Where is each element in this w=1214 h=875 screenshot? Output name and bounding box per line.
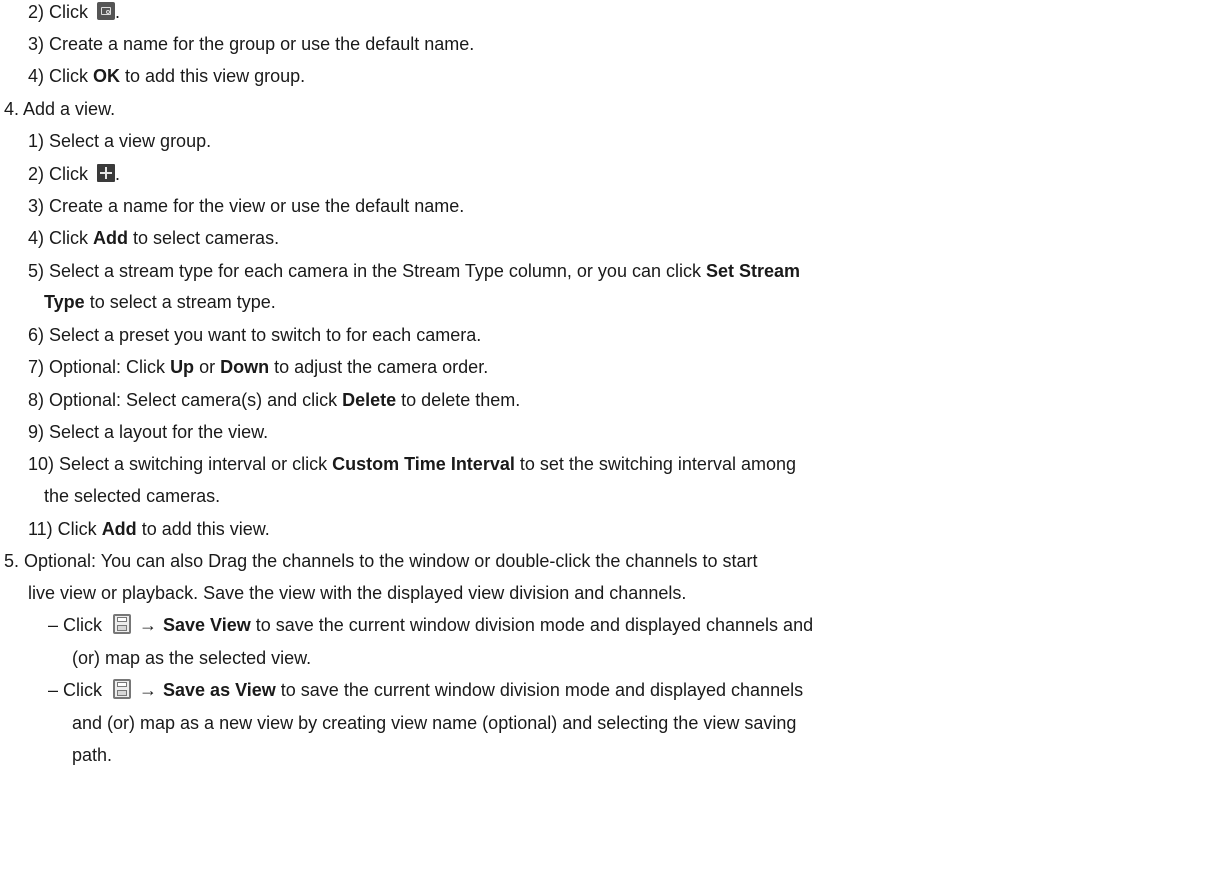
step-4-7: 7) Optional: Click Up or Down to adjust … — [28, 355, 488, 379]
step-text: 3) Create a name for the view or use the… — [28, 196, 465, 216]
step-text: 10) Select a switching interval or click — [28, 454, 333, 474]
document-page: 2) Click . 3) Create a name for the grou… — [0, 0, 1214, 875]
bullet-save-as-view: – Click → Save as View to save the curren… — [48, 678, 803, 702]
save-view-label: Save View — [163, 615, 251, 635]
bullet-save-as-view-cont1: and (or) map as a new view by creating v… — [72, 711, 796, 735]
step-text: to add this view group. — [120, 66, 306, 86]
step-4-2: 2) Click . — [28, 162, 120, 186]
step-text: to save the current window division mode… — [250, 615, 814, 635]
step-4-8: 8) Optional: Select camera(s) and click … — [28, 388, 520, 412]
step-text: 7) Optional: Click — [28, 357, 171, 377]
step-4-6: 6) Select a preset you want to switch to… — [28, 323, 481, 347]
bullet-save-view: – Click → Save View to save the current w… — [48, 613, 813, 637]
step-text: to add this view. — [136, 519, 270, 539]
ok-label: OK — [93, 66, 121, 86]
step-text: 4) Click — [28, 228, 94, 248]
step-4-4: 4) Click Add to select cameras. — [28, 226, 279, 250]
custom-time-interval-label: Custom Time Interval — [332, 454, 515, 474]
step-text: and (or) map as a new view by creating v… — [72, 713, 797, 733]
step-4-heading: 4. Add a view. — [4, 97, 115, 121]
step-text: live view or playback. Save the view wit… — [28, 583, 687, 603]
save-disk-icon — [113, 679, 132, 700]
step-text: path. — [72, 745, 113, 765]
step-text: 1) Select a view group. — [28, 131, 212, 151]
step-text: 8) Optional: Select camera(s) and click — [28, 390, 343, 410]
step-text: – Click — [48, 680, 108, 700]
step-text: 9) Select a layout for the view. — [28, 422, 269, 442]
step-text: . — [115, 2, 121, 22]
step-text: 2) Click — [28, 164, 94, 184]
step-4-3: 3) Create a name for the view or use the… — [28, 194, 464, 218]
step-text: to set the switching interval among — [514, 454, 796, 474]
step-4-5: 5) Select a stream type for each camera … — [28, 259, 800, 283]
step-text: 3) Create a name for the group or use th… — [28, 34, 475, 54]
set-stream-label: Set Stream — [705, 261, 801, 281]
arrow-glyph: → — [139, 615, 158, 635]
save-as-view-label: Save as View — [163, 680, 276, 700]
step-4-1: 1) Select a view group. — [28, 129, 211, 153]
step-text: 5. Optional: You can also Drag the chann… — [4, 551, 758, 571]
step-4-10: 10) Select a switching interval or click… — [28, 452, 796, 476]
step-3-4: 4) Click OK to add this view group. — [28, 64, 305, 88]
step-text: – Click — [48, 615, 108, 635]
step-4-11: 11) Click Add to add this view. — [28, 517, 270, 541]
step-text: 11) Click — [28, 519, 102, 539]
step-text: 6) Select a preset you want to switch to… — [28, 325, 482, 345]
step-text: to save the current window division mode… — [275, 680, 804, 700]
step-text: to select cameras. — [128, 228, 280, 248]
step-text: to adjust the camera order. — [269, 357, 489, 377]
add-label: Add — [101, 519, 137, 539]
step-text: to delete them. — [396, 390, 521, 410]
step-text: 5) Select a stream type for each camera … — [28, 261, 706, 281]
step-3-3: 3) Create a name for the group or use th… — [28, 32, 474, 56]
step-5-line1: 5. Optional: You can also Drag the chann… — [4, 549, 757, 573]
up-label: Up — [170, 357, 195, 377]
delete-label: Delete — [342, 390, 397, 410]
step-text: 4. Add a view. — [4, 99, 116, 119]
step-3-2: 2) Click . — [28, 0, 120, 24]
add-label: Add — [93, 228, 129, 248]
arrow-glyph: → — [139, 680, 158, 700]
step-text: or — [194, 357, 221, 377]
step-text: . — [115, 164, 121, 184]
save-disk-icon — [113, 614, 132, 635]
step-text: 2) Click — [28, 2, 94, 22]
step-5-line2: live view or playback. Save the view wit… — [28, 581, 686, 605]
down-label: Down — [220, 357, 270, 377]
step-4-10-cont: the selected cameras. — [44, 484, 220, 508]
add-view-plus-icon — [97, 164, 116, 183]
step-4-9: 9) Select a layout for the view. — [28, 420, 268, 444]
bullet-save-view-cont: (or) map as the selected view. — [72, 646, 311, 670]
step-text: (or) map as the selected view. — [72, 648, 312, 668]
bullet-save-as-view-cont2: path. — [72, 743, 112, 767]
step-text: 4) Click — [28, 66, 94, 86]
step-text: the selected cameras. — [44, 486, 221, 506]
type-label: Type — [44, 292, 85, 312]
step-4-5-cont: Type to select a stream type. — [44, 290, 276, 314]
add-view-group-icon — [97, 2, 116, 21]
step-text: to select a stream type. — [84, 292, 276, 312]
